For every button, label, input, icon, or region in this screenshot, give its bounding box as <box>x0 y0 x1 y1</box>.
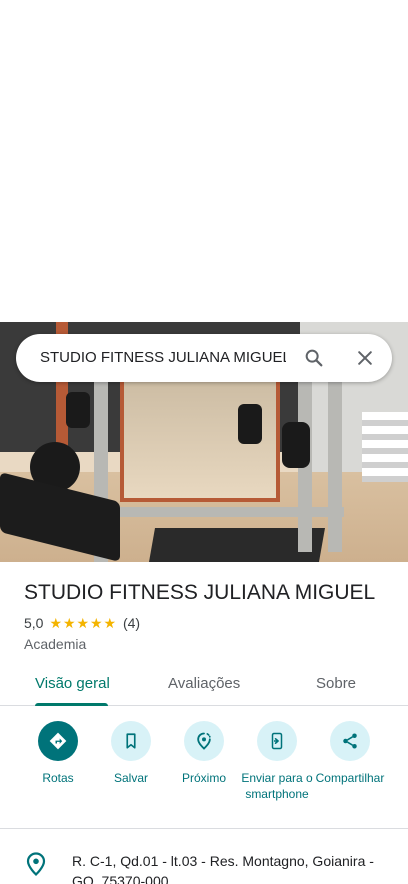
place-category[interactable]: Academia <box>24 635 86 653</box>
nearby-icon <box>197 732 211 750</box>
tab-overview[interactable]: Visão geral <box>35 674 110 694</box>
photo-plate <box>238 404 262 444</box>
map-area <box>0 0 408 322</box>
save-circle <box>111 721 151 761</box>
search-button[interactable] <box>298 342 330 374</box>
star-rating: ★ ★ ★ ★ ★ <box>49 616 117 630</box>
send-to-phone-label: Enviar para o smartphone <box>241 771 313 801</box>
photo-plate <box>282 422 310 468</box>
star-icon: ★ <box>76 615 90 631</box>
search-bar[interactable]: STUDIO FITNESS JULIANA MIGUEL <box>16 334 392 382</box>
directions-button[interactable]: Rotas <box>17 721 99 786</box>
tab-indicator <box>35 703 108 706</box>
star-icon: ★ <box>49 615 63 631</box>
rating-value: 5,0 <box>24 615 44 631</box>
photo-dumbbells <box>362 412 408 482</box>
location-pin-icon <box>26 852 46 877</box>
save-button[interactable]: Salvar <box>90 721 172 786</box>
place-title: STUDIO FITNESS JULIANA MIGUEL <box>24 581 376 604</box>
address-text[interactable]: R. C-1, Qd.01 - lt.03 - Res. Montagno, G… <box>72 851 388 884</box>
directions-icon <box>49 732 67 750</box>
star-icon: ★ <box>62 615 76 631</box>
star-icon: ★ <box>89 615 103 631</box>
share-label: Compartilhar <box>315 771 385 785</box>
tab-reviews[interactable]: Avaliações <box>168 674 240 694</box>
close-icon <box>358 351 372 365</box>
nearby-label: Próximo <box>181 771 226 785</box>
send-to-phone-button[interactable]: Enviar para o smartphone <box>236 721 318 802</box>
send-to-phone-circle <box>257 721 297 761</box>
clear-search-button[interactable] <box>349 342 381 374</box>
photo-plate <box>66 392 90 428</box>
directions-label: Rotas <box>42 771 74 785</box>
nearby-button[interactable]: Próximo <box>163 721 245 786</box>
reviews-count[interactable]: (4) <box>123 615 140 631</box>
send-to-phone-icon <box>271 732 283 750</box>
photo-rack-post <box>94 507 344 517</box>
share-button[interactable]: Compartilhar <box>309 721 391 786</box>
save-label: Salvar <box>113 771 148 785</box>
photo-rack-post <box>328 382 342 552</box>
rating-row[interactable]: 5,0 ★ ★ ★ ★ ★ (4) <box>24 614 140 632</box>
star-icon: ★ <box>103 615 117 631</box>
tab-about[interactable]: Sobre <box>316 674 356 694</box>
divider <box>0 828 408 829</box>
search-input[interactable]: STUDIO FITNESS JULIANA MIGUEL <box>40 348 286 368</box>
search-icon <box>305 349 323 367</box>
share-circle <box>330 721 370 761</box>
tab-bar: Visão geral Avaliações Sobre <box>0 664 408 706</box>
nearby-circle <box>184 721 224 761</box>
directions-circle <box>38 721 78 761</box>
bookmark-icon <box>126 733 136 749</box>
share-icon <box>343 733 357 749</box>
